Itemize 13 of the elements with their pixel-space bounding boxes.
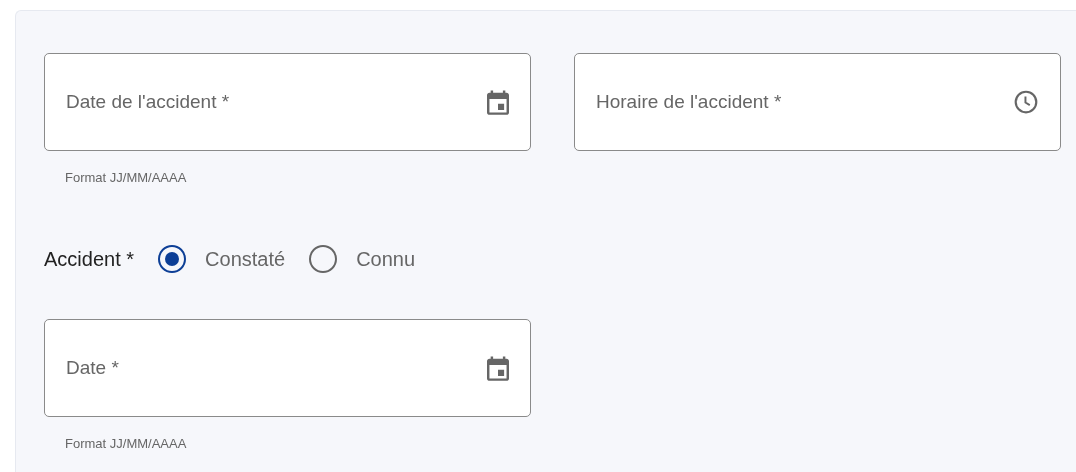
radio-button[interactable] <box>158 245 187 273</box>
helper-text: Format JJ/MM/AAAA <box>65 436 188 451</box>
field-label: Accident * <box>44 247 135 271</box>
radio-label[interactable]: Constaté <box>205 247 286 271</box>
input-field[interactable]: Horaire de l'accident * <box>574 53 1061 151</box>
helper-text: Format JJ/MM/AAAA <box>65 170 188 185</box>
input-field[interactable]: Date * <box>44 319 531 417</box>
calendar-icon[interactable] <box>487 355 509 381</box>
calendar-icon[interactable] <box>487 89 509 115</box>
radio-label[interactable]: Connu <box>356 247 416 271</box>
clock-icon[interactable] <box>1013 89 1039 115</box>
input-field[interactable]: Date de l'accident * <box>44 53 531 151</box>
radio-button[interactable] <box>309 245 338 273</box>
